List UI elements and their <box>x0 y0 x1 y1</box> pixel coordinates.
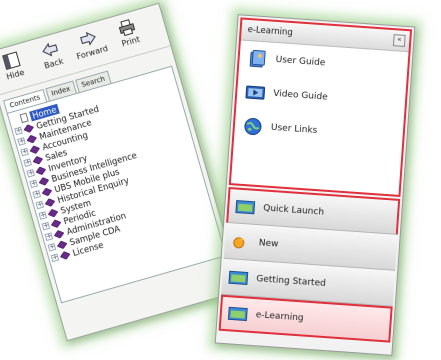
collapse-panel-button[interactable]: « <box>392 34 406 47</box>
expand-icon[interactable]: + <box>35 200 45 210</box>
quick-launch-label: Quick Launch <box>262 202 325 218</box>
help-window: Hide Back Forward Print Contents Index S… <box>0 2 242 342</box>
user-links-label: User Links <box>270 122 318 137</box>
tree-expander <box>11 116 20 125</box>
quick-launch-icon <box>235 199 256 214</box>
elearning-header-title: e-Learning <box>247 24 294 39</box>
page-icon <box>19 112 29 124</box>
hide-button[interactable]: Hide <box>0 48 35 89</box>
navigation-buttons: Quick Launch New Getting Started e-Learn… <box>218 186 401 343</box>
elearning-icon <box>227 306 248 322</box>
elearning-label: e-Learning <box>255 310 304 324</box>
book-icon <box>59 250 71 260</box>
expand-icon[interactable]: + <box>41 221 51 231</box>
forward-button[interactable]: Forward <box>70 26 112 67</box>
video-guide-icon <box>245 85 266 100</box>
expand-icon[interactable]: + <box>26 168 35 178</box>
globe-icon <box>244 118 262 136</box>
print-button[interactable]: Print <box>108 15 150 56</box>
back-button[interactable]: Back <box>31 37 73 78</box>
expand-icon[interactable]: + <box>20 147 29 157</box>
expand-icon[interactable]: + <box>23 157 32 168</box>
video-guide-label: Video Guide <box>272 88 328 103</box>
expand-icon[interactable]: + <box>32 189 42 199</box>
expand-icon[interactable]: + <box>44 231 54 242</box>
expand-icon[interactable]: + <box>50 253 60 263</box>
expand-icon[interactable]: + <box>17 136 26 146</box>
getting-started-label: Getting Started <box>255 273 327 289</box>
new-label: New <box>258 237 279 250</box>
navigation-panel: e-Learning « User Guide Video Guide User… <box>214 14 416 356</box>
user-guide-label: User Guide <box>275 54 326 69</box>
screenshot-stage: Hide Back Forward Print Contents Index S… <box>0 0 441 360</box>
new-icon <box>233 234 245 248</box>
expand-icon[interactable]: + <box>29 179 39 189</box>
expand-icon[interactable]: + <box>47 242 57 252</box>
user-guide-icon <box>249 49 266 68</box>
expand-icon[interactable]: + <box>38 210 48 220</box>
getting-started-icon <box>228 270 249 285</box>
elearning-section: e-Learning « User Guide Video Guide User… <box>228 17 413 197</box>
expand-icon[interactable]: + <box>14 126 23 136</box>
